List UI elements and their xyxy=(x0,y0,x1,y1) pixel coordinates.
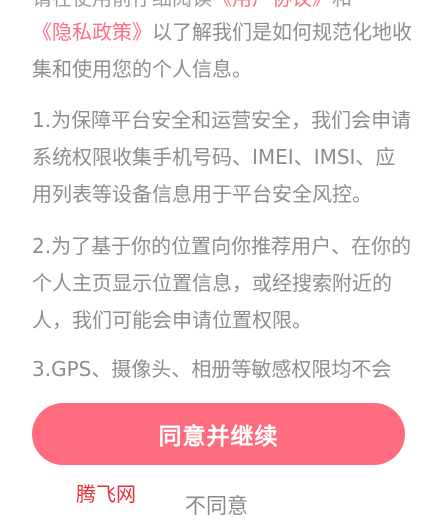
policy-item-2: 2.为了基于你的位置向你推荐用户、在你的个人主页显示位置信息，或经搜索附近的人，… xyxy=(32,234,412,332)
privacy-policy-content[interactable]: 请在使用前仔细阅读《用户协议》和 《隐私政策》以了解我们是如何规范化地收集和使用… xyxy=(0,0,448,392)
user-agreement-link[interactable]: 《用户协议》 xyxy=(212,0,332,10)
watermark-text: 腾飞网 xyxy=(76,482,136,506)
policy-item-1: 1.为保障平台安全和运营安全，我们会申请系统权限收集手机号码、IMEI、IMSI… xyxy=(32,108,412,206)
clipped-prefix: 请在使用前仔细阅读 xyxy=(32,0,212,10)
privacy-policy-link[interactable]: 《隐私政策》 xyxy=(32,20,152,44)
policy-intro-paragraph: 《隐私政策》以了解我们是如何规范化地收集和使用您的个人信息。 xyxy=(32,14,412,88)
agree-continue-button[interactable]: 同意并继续 xyxy=(32,403,405,465)
disagree-button[interactable]: 不同意 xyxy=(185,490,248,520)
clipped-top-line: 请在使用前仔细阅读《用户协议》和 xyxy=(32,0,352,10)
clipped-suffix: 和 xyxy=(332,0,352,10)
policy-item-3: 3.GPS、摄像头、相册等敏感权限均不会 xyxy=(32,357,392,381)
